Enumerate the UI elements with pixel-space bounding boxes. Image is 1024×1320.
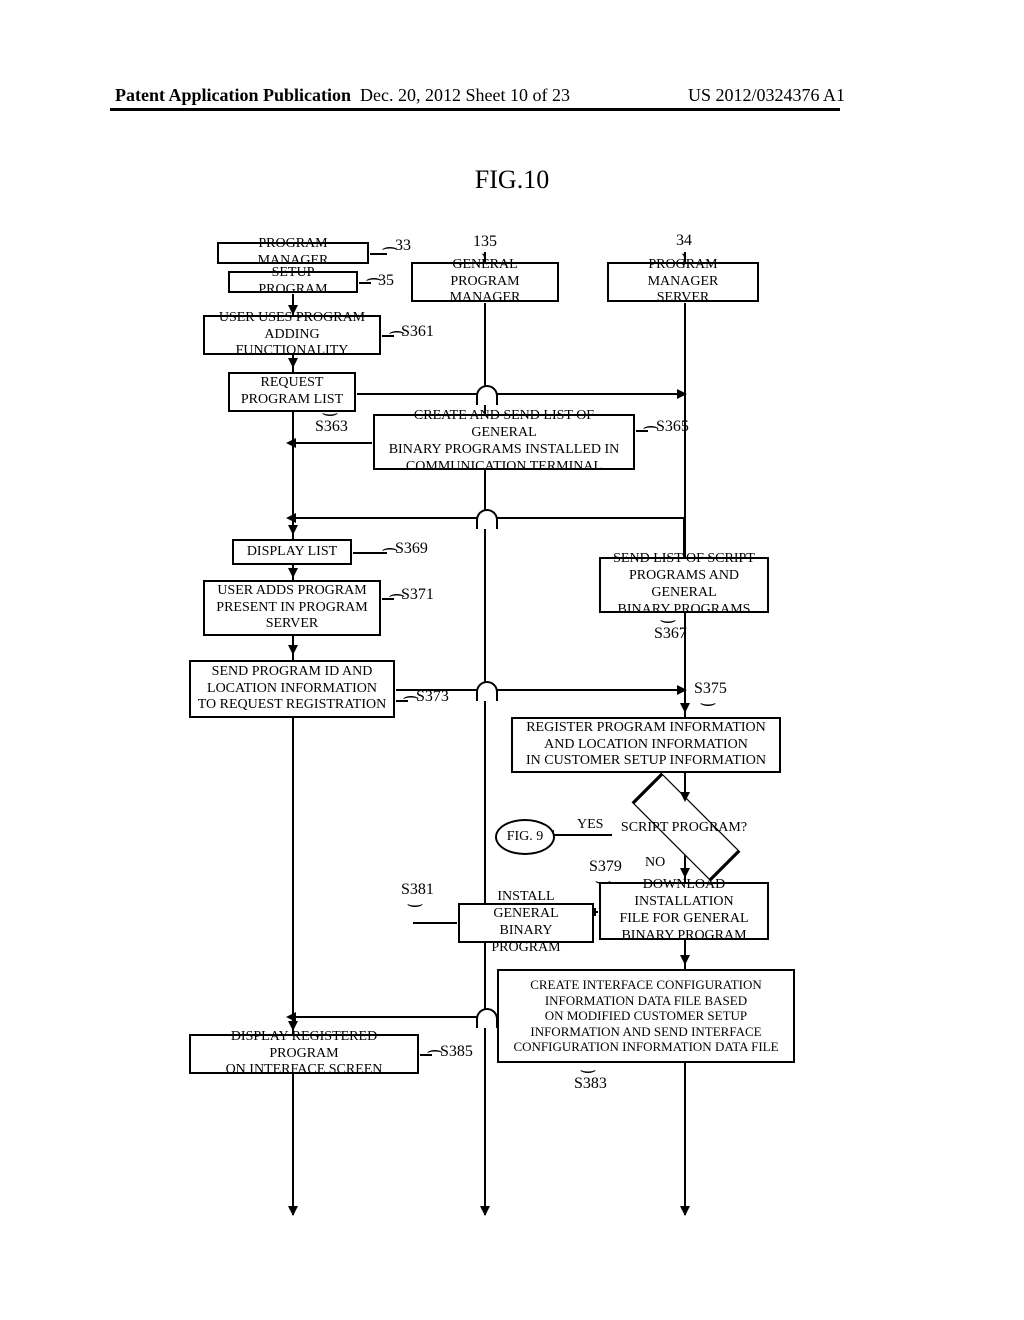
arc-s373	[476, 681, 498, 701]
text: INSTALL GENERAL BINARY PROGRAM	[466, 889, 586, 956]
arrow-d-s373	[288, 645, 298, 655]
curly-s363: ⌢	[321, 405, 339, 426]
header-left: Patent Application Publication	[115, 85, 351, 106]
box-program-manager: PROGRAM MANAGER	[217, 242, 369, 264]
text: DOWNLOAD INSTALLATION FILE FOR GENERAL B…	[607, 877, 761, 944]
arrow-end-3	[680, 1206, 690, 1216]
label-34: 34	[676, 232, 692, 250]
text: SEND PROGRAM ID AND LOCATION INFORMATION…	[198, 664, 387, 714]
text: FIG. 9	[507, 829, 544, 845]
arrow-end-1	[288, 1206, 298, 1216]
header-mid: Dec. 20, 2012 Sheet 10 of 23	[360, 85, 570, 106]
text: SEND LIST OF SCRIPT PROGRAMS AND GENERAL…	[607, 551, 761, 618]
box-s367: SEND LIST OF SCRIPT PROGRAMS AND GENERAL…	[599, 557, 769, 613]
text: REQUEST PROGRAM LIST	[241, 375, 343, 409]
leader-s381	[413, 922, 457, 924]
label-s385: S385	[440, 1043, 473, 1061]
box-s385: DISPLAY REGISTERED PROGRAM ON INTERFACE …	[189, 1034, 419, 1074]
arrow-yes	[552, 834, 612, 836]
box-s383: CREATE INTERFACE CONFIGURATION INFORMATI…	[497, 969, 795, 1063]
box-program-manager-server: PROGRAM MANAGER SERVER	[607, 262, 759, 302]
label-s365: S365	[656, 418, 689, 436]
curly-s383: ⌢	[579, 1062, 597, 1083]
arrow-d-s377	[680, 792, 690, 802]
text: DISPLAY LIST	[247, 544, 337, 561]
box-s369: DISPLAY LIST	[232, 539, 352, 565]
curly-s375: ⌢	[699, 695, 717, 716]
text: CREATE AND SEND LIST OF GENERAL BINARY P…	[381, 408, 627, 475]
curly-s369: ⌢	[381, 538, 399, 559]
arrow-d-s371	[288, 568, 298, 578]
arrow-d-s385	[288, 1021, 298, 1031]
diamond-s377: SCRIPT PROGRAM?	[618, 814, 750, 858]
text: USER ADDS PROGRAM PRESENT IN PROGRAM SER…	[216, 583, 367, 633]
arrow-d-s369	[288, 525, 298, 535]
arrow-s383-back	[294, 1016, 496, 1018]
arrowhead-s373	[677, 685, 687, 695]
circle-fig9: FIG. 9	[495, 819, 555, 855]
arrow-s373	[396, 689, 684, 691]
label-yes: YES	[577, 817, 603, 833]
text: USER USES PROGRAM ADDING FUNCTIONALITY	[211, 310, 373, 360]
box-setup-program: SETUP PROGRAM	[228, 271, 358, 293]
conn-s381-b	[594, 908, 602, 916]
curly-s385: ⌢	[426, 1040, 444, 1061]
box-s379: DOWNLOAD INSTALLATION FILE FOR GENERAL B…	[599, 882, 769, 940]
arrow-d-s363	[288, 358, 298, 368]
curly-s371: ⌢	[388, 584, 406, 605]
box-s371: USER ADDS PROGRAM PRESENT IN PROGRAM SER…	[203, 580, 381, 636]
arrowhead-s365-back	[286, 438, 296, 448]
arrow-d-s379	[680, 868, 690, 878]
arrow-d-s375	[680, 703, 690, 713]
vline-s367	[683, 517, 685, 557]
curly-s367: ⌢	[659, 612, 677, 633]
header-rule	[110, 108, 840, 111]
label-no: NO	[645, 855, 665, 871]
box-s361: USER USES PROGRAM ADDING FUNCTIONALITY	[203, 315, 381, 355]
box-s381: INSTALL GENERAL BINARY PROGRAM	[458, 903, 594, 943]
label-s361: S361	[401, 323, 434, 341]
box-s375: REGISTER PROGRAM INFORMATION AND LOCATIO…	[511, 717, 781, 773]
figure-title: FIG.10	[0, 165, 1024, 195]
arrow-s363-ext	[357, 393, 677, 395]
box-s373: SEND PROGRAM ID AND LOCATION INFORMATION…	[189, 660, 395, 718]
box-general-program-manager: GENERAL PROGRAM MANAGER	[411, 262, 559, 302]
curly-s381: ⌢	[406, 896, 424, 917]
arc-s363	[476, 385, 498, 405]
header-right: US 2012/0324376 A1	[688, 85, 845, 106]
label-s369: S369	[395, 540, 428, 558]
text: REGISTER PROGRAM INFORMATION AND LOCATIO…	[526, 720, 766, 770]
curly-135: ⌢	[470, 253, 502, 265]
label-s371: S371	[401, 586, 434, 604]
label-135: 135	[473, 233, 497, 251]
curly-33: ⌢	[381, 237, 399, 258]
arrowhead-s367	[286, 513, 296, 523]
text: DISPLAY REGISTERED PROGRAM ON INTERFACE …	[197, 1029, 411, 1079]
text: CREATE INTERFACE CONFIGURATION INFORMATI…	[513, 977, 778, 1055]
curly-34: ⌢	[670, 253, 702, 265]
arrow-d-s383	[680, 955, 690, 965]
arrow-s365-back	[294, 442, 372, 444]
diamond-text: SCRIPT PROGRAM?	[618, 806, 750, 850]
arrow-d-s361	[288, 305, 298, 315]
curly-s365: ⌢	[642, 416, 660, 437]
arc-s367	[476, 509, 498, 529]
box-s365: CREATE AND SEND LIST OF GENERAL BINARY P…	[373, 414, 635, 470]
curly-s361: ⌢	[388, 321, 406, 342]
arrow-end-2	[480, 1206, 490, 1216]
arrowhead-s363-server	[677, 389, 687, 399]
arc-s383	[476, 1008, 498, 1028]
curly-35: ⌢	[365, 268, 383, 289]
